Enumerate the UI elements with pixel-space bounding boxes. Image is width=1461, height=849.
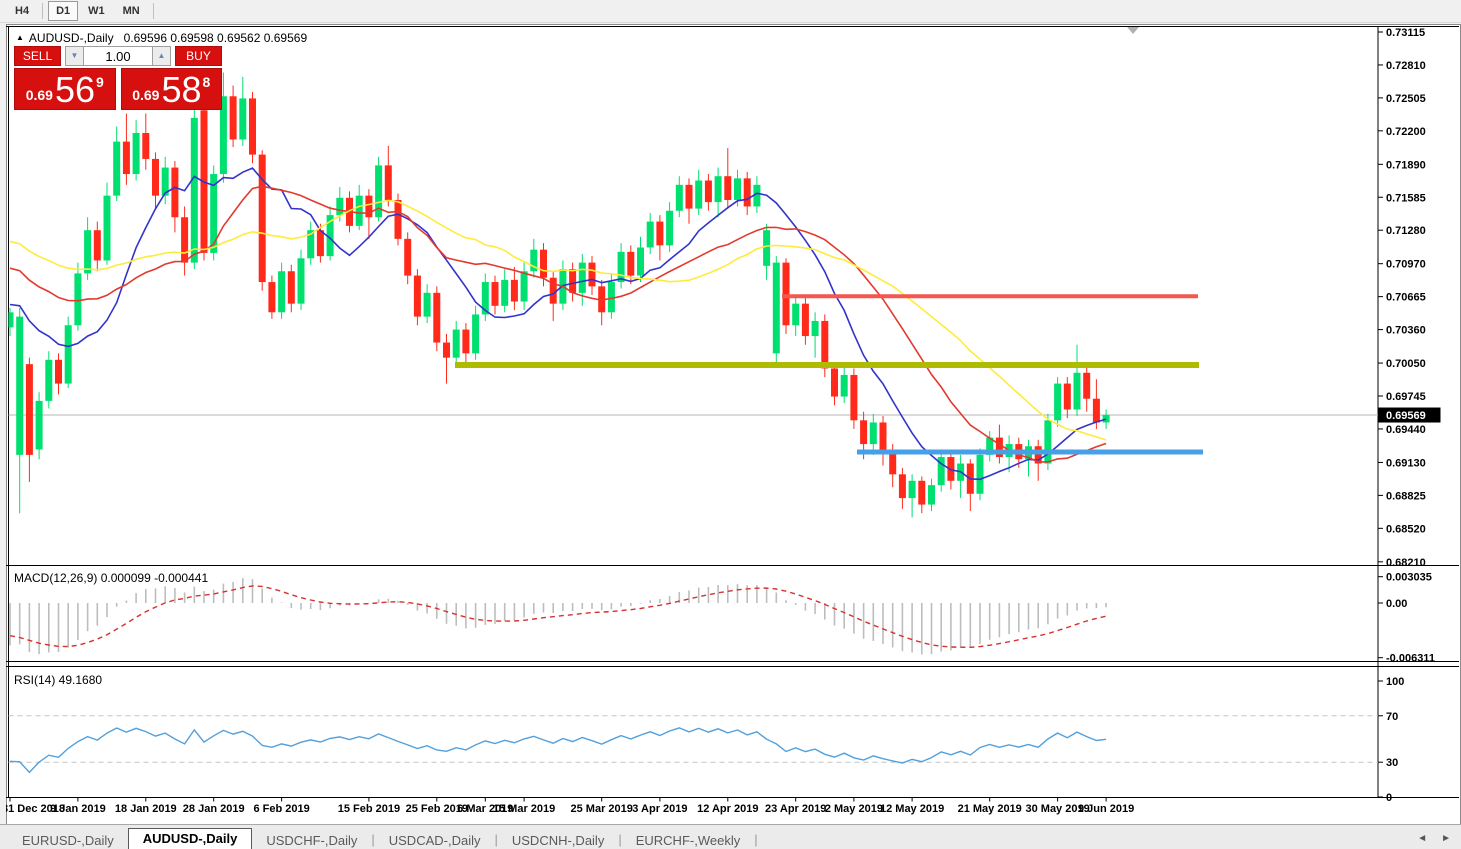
svg-text:0.69745: 0.69745 bbox=[1386, 391, 1426, 403]
one-click-trade-widget: SELL ▼ ▲ BUY 0.69 56 9 0.69 58 8 bbox=[14, 46, 222, 110]
svg-text:0.68825: 0.68825 bbox=[1386, 490, 1426, 502]
chart-shift-marker-icon[interactable] bbox=[1127, 27, 1139, 34]
chart-title: ▲ AUDUSD-,Daily 0.69596 0.69598 0.69562 0.… bbox=[16, 31, 307, 45]
svg-text:0: 0 bbox=[1386, 792, 1392, 804]
svg-text:0.73115: 0.73115 bbox=[1386, 27, 1425, 39]
svg-text:25 Mar 2019: 25 Mar 2019 bbox=[571, 803, 633, 815]
svg-text:0.68210: 0.68210 bbox=[1386, 557, 1426, 569]
svg-text:100: 100 bbox=[1386, 676, 1404, 688]
symbol-marker-icon: ▲ bbox=[16, 33, 24, 42]
toolbar-separator bbox=[153, 3, 154, 19]
rsi-indicator-label: RSI(14) 49.1680 bbox=[14, 673, 102, 687]
svg-text:0.70050: 0.70050 bbox=[1386, 358, 1426, 370]
svg-text:70: 70 bbox=[1386, 711, 1398, 723]
svg-text:0.70970: 0.70970 bbox=[1386, 259, 1426, 271]
svg-text:0.71890: 0.71890 bbox=[1386, 159, 1426, 171]
tab-eurusd[interactable]: EURUSD-,Daily bbox=[8, 831, 128, 849]
sell-price-pip: 9 bbox=[96, 74, 104, 90]
timeframe-button-h4[interactable]: H4 bbox=[7, 1, 37, 21]
svg-text:18 Jan 2019: 18 Jan 2019 bbox=[115, 803, 177, 815]
tab-separator: | bbox=[754, 832, 757, 847]
svg-text:12 May 2019: 12 May 2019 bbox=[880, 803, 944, 815]
svg-text:0.69440: 0.69440 bbox=[1386, 424, 1426, 436]
current-price-tag: 0.69569 bbox=[1379, 408, 1441, 423]
date-axis[interactable]: 31 Dec 20189 Jan 201918 Jan 201928 Jan 2… bbox=[6, 798, 1134, 816]
timeframe-toolbar: H4 D1W1MN bbox=[0, 0, 1461, 23]
sell-price-main: 56 bbox=[55, 74, 95, 106]
rsi-levels bbox=[9, 716, 1379, 762]
lot-increase-button[interactable]: ▲ bbox=[152, 46, 171, 66]
rsi-line bbox=[10, 728, 1106, 773]
tab-eurchf[interactable]: EURCHF-,Weekly bbox=[622, 831, 755, 849]
svg-text:12 Apr 2019: 12 Apr 2019 bbox=[697, 803, 758, 815]
buy-price-prefix: 0.69 bbox=[132, 87, 159, 103]
tab-usdcad[interactable]: USDCAD-,Daily bbox=[375, 831, 495, 849]
macd-histogram bbox=[10, 578, 1106, 654]
price-axis[interactable]: 0.73115 0.72810 0.72505 0.72200 0.71890 0.715… bbox=[1378, 27, 1426, 569]
chart-ohlc-readout: 0.69596 0.69598 0.69562 0.69569 bbox=[124, 31, 308, 45]
svg-text:6 Feb 2019: 6 Feb 2019 bbox=[253, 803, 309, 815]
svg-text:-0.006311: -0.006311 bbox=[1386, 653, 1435, 665]
svg-text:0.70665: 0.70665 bbox=[1386, 292, 1426, 304]
chart-symbol-period: AUDUSD-,Daily bbox=[29, 31, 114, 45]
tab-scroll-right-icon[interactable]: ► bbox=[1441, 833, 1451, 844]
svg-text:2 May 2019: 2 May 2019 bbox=[825, 803, 883, 815]
svg-text:0.70360: 0.70360 bbox=[1386, 325, 1426, 337]
svg-text:0.72810: 0.72810 bbox=[1386, 60, 1426, 72]
svg-text:0.69569: 0.69569 bbox=[1386, 410, 1426, 422]
toolbar-separator bbox=[42, 3, 43, 19]
timeframe-button-d1[interactable]: D1 bbox=[48, 1, 78, 21]
tab-scroll-left-icon[interactable]: ◄ bbox=[1417, 833, 1427, 844]
buy-button[interactable]: BUY bbox=[175, 46, 222, 66]
timeframe-button-mn[interactable]: MN bbox=[115, 1, 148, 21]
svg-text:0.72200: 0.72200 bbox=[1386, 126, 1426, 138]
lot-decrease-button[interactable]: ▼ bbox=[65, 46, 84, 66]
svg-text:0.72505: 0.72505 bbox=[1386, 93, 1426, 105]
sell-button[interactable]: SELL bbox=[14, 46, 61, 66]
svg-text:30: 30 bbox=[1386, 757, 1398, 769]
symbol-tab-bar: EURUSD-,DailyAUDUSD-,DailyUSDCHF-,Daily |… bbox=[0, 824, 1461, 849]
svg-text:0.00: 0.00 bbox=[1386, 598, 1407, 610]
ma-line-30 bbox=[10, 200, 1106, 440]
chart-canvas[interactable]: 0.73115 0.72810 0.72505 0.72200 0.71890 0.715… bbox=[6, 24, 1459, 823]
svg-text:0.71280: 0.71280 bbox=[1386, 225, 1426, 237]
macd-axis[interactable]: 0.003035 0.00 -0.006311 bbox=[1378, 572, 1435, 665]
svg-text:15 Mar 2019: 15 Mar 2019 bbox=[493, 803, 555, 815]
svg-text:0.68520: 0.68520 bbox=[1386, 523, 1426, 535]
svg-text:3 Apr 2019: 3 Apr 2019 bbox=[632, 803, 687, 815]
trading-terminal: H4D1W1MN 0.731150.728100.725050.722000.7… bbox=[0, 0, 1461, 849]
buy-price-main: 58 bbox=[161, 74, 201, 106]
tab-usdcnh[interactable]: USDCNH-,Daily bbox=[498, 831, 618, 849]
buy-price-pip: 8 bbox=[203, 74, 211, 90]
tab-audusd[interactable]: AUDUSD-,Daily bbox=[128, 828, 253, 849]
svg-text:28 Jan 2019: 28 Jan 2019 bbox=[183, 803, 245, 815]
lot-size-input[interactable] bbox=[84, 46, 152, 66]
svg-text:0.003035: 0.003035 bbox=[1386, 572, 1432, 584]
svg-text:0.71585: 0.71585 bbox=[1386, 192, 1426, 204]
timeframe-button-w1[interactable]: W1 bbox=[80, 1, 113, 21]
svg-text:15 Feb 2019: 15 Feb 2019 bbox=[338, 803, 400, 815]
sell-price-panel[interactable]: 0.69 56 9 bbox=[14, 68, 116, 110]
svg-text:0.69130: 0.69130 bbox=[1386, 457, 1426, 469]
buy-price-panel[interactable]: 0.69 58 8 bbox=[121, 68, 223, 110]
tab-usdchf[interactable]: USDCHF-,Daily bbox=[252, 831, 371, 849]
sell-price-prefix: 0.69 bbox=[26, 87, 53, 103]
svg-text:9 Jun 2019: 9 Jun 2019 bbox=[1078, 803, 1134, 815]
macd-indicator-label: MACD(12,26,9) 0.000099 -0.000441 bbox=[14, 571, 208, 585]
rsi-axis[interactable]: 100 70 30 0 bbox=[1378, 676, 1404, 804]
svg-text:21 May 2019: 21 May 2019 bbox=[958, 803, 1022, 815]
svg-text:9 Jan 2019: 9 Jan 2019 bbox=[50, 803, 106, 815]
svg-text:23 Apr 2019: 23 Apr 2019 bbox=[765, 803, 826, 815]
